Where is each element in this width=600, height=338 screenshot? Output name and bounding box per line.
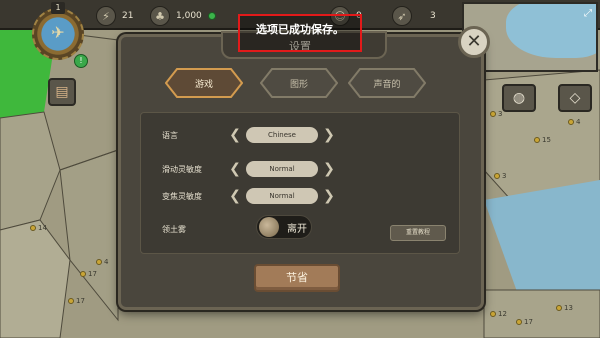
city-icon [534, 137, 540, 143]
city-icon [568, 119, 574, 125]
diamond-icon: ◇ [569, 90, 581, 106]
scroll-icon: ▤ [55, 84, 69, 100]
city-icon [80, 271, 86, 277]
chevron-right-icon[interactable]: ❯ [322, 187, 336, 205]
expand-icon[interactable]: ⤢ [584, 8, 592, 19]
language-row: 语言 ❮ Chinese ❯ [162, 126, 336, 144]
nation-emblem[interactable]: 1 ✈ ! [30, 2, 88, 68]
income-indicator-icon [207, 12, 216, 20]
city-marker[interactable]: 4 [96, 258, 108, 266]
city-marker[interactable]: 17 [516, 318, 533, 326]
zoom-sensitivity-label: 变焦灵敏度 [162, 191, 202, 201]
territory-fog-row: 领土雾 [162, 220, 228, 238]
toggle-knob [259, 217, 279, 237]
city-marker[interactable]: 4 [568, 118, 580, 126]
chevron-right-icon[interactable]: ❯ [322, 126, 336, 144]
city-marker[interactable]: 15 [534, 136, 551, 144]
close-icon: ✕ [466, 31, 482, 52]
chevron-right-icon[interactable]: ❯ [322, 160, 336, 178]
city-icon [30, 225, 36, 231]
coins-icon: ♣ [150, 6, 170, 26]
chevron-left-icon[interactable]: ❮ [228, 126, 242, 144]
rocket-icon: ➶ [392, 6, 412, 26]
save-button[interactable]: 节省 [254, 264, 340, 292]
city-icon [68, 298, 74, 304]
language-value: Chinese [246, 127, 318, 143]
globe-button[interactable]: ◍ [502, 84, 536, 112]
city-icon [490, 311, 496, 317]
zoom-sensitivity-row: 变焦灵敏度 ❮ Normal ❯ [162, 187, 336, 205]
tab-graphics[interactable]: 图形 [260, 68, 338, 98]
missiles-value: 3 [430, 11, 436, 21]
chevron-left-icon[interactable]: ❮ [228, 187, 242, 205]
close-button[interactable]: ✕ [458, 26, 490, 58]
toggle-state: 离开 [287, 223, 307, 235]
swipe-sensitivity-value: Normal [246, 161, 318, 177]
diamond-button[interactable]: ◇ [558, 84, 592, 112]
resource-energy[interactable]: ⚡ 21 [96, 6, 133, 26]
city-marker[interactable]: 12 [490, 310, 507, 318]
city-marker[interactable]: 14 [30, 224, 47, 232]
notification-badge-icon: ! [74, 54, 88, 68]
energy-value: 21 [122, 11, 134, 21]
globe-icon: ◍ [512, 90, 526, 106]
territory-fog-label: 领土雾 [162, 224, 186, 234]
city-icon [96, 259, 102, 265]
resource-coins[interactable]: ♣ 1,000 [150, 6, 216, 26]
city-marker[interactable]: 13 [556, 304, 573, 312]
lightning-icon: ⚡ [96, 6, 116, 26]
city-icon [516, 319, 522, 325]
city-marker[interactable]: 3 [490, 110, 502, 118]
city-marker[interactable]: 17 [80, 270, 97, 278]
save-toast: 选项已成功保存。 [238, 14, 362, 52]
nation-level: 1 [51, 2, 65, 14]
city-icon [490, 111, 496, 117]
settings-tabs: 游戏 图形 声音的 [145, 66, 455, 100]
city-marker[interactable]: 3 [494, 172, 506, 180]
city-marker[interactable]: 17 [68, 297, 85, 305]
city-icon [556, 305, 562, 311]
toast-message: 选项已成功保存。 [256, 23, 344, 36]
swipe-sensitivity-label: 滑动灵敏度 [162, 164, 202, 174]
city-icon [494, 173, 500, 179]
language-label: 语言 [162, 130, 178, 140]
coins-value: 1,000 [176, 11, 202, 21]
tab-game[interactable]: 游戏 [165, 68, 243, 98]
territory-fog-toggle[interactable]: 离开 [256, 215, 312, 239]
chevron-left-icon[interactable]: ❮ [228, 160, 242, 178]
resource-missiles[interactable]: ➶ 3 [392, 6, 436, 26]
reset-tutorial-button[interactable]: 重置教程 [390, 225, 446, 241]
swipe-sensitivity-row: 滑动灵敏度 ❮ Normal ❯ [162, 160, 336, 178]
scroll-button[interactable]: ▤ [48, 78, 76, 106]
tab-sound[interactable]: 声音的 [348, 68, 426, 98]
zoom-sensitivity-value: Normal [246, 188, 318, 204]
